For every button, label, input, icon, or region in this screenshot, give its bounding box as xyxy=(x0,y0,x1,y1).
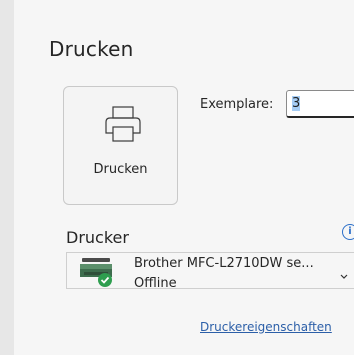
info-icon[interactable]: i xyxy=(342,224,354,240)
print-button-label: Drucken xyxy=(93,162,148,177)
chevron-down-icon xyxy=(340,274,348,279)
printer-icon xyxy=(105,106,141,142)
copies-value: 3 xyxy=(292,96,301,111)
printer-properties-link[interactable]: Druckereigenschaften xyxy=(200,320,332,334)
printer-status: Offline xyxy=(134,276,177,291)
copies-label: Exemplare: xyxy=(200,97,274,112)
printer-dropdown[interactable]: Brother MFC-L2710DW se... Offline xyxy=(66,252,354,291)
page-title: Drucken xyxy=(49,37,134,61)
copies-input[interactable]: 3 xyxy=(286,90,354,118)
printer-section-title: Drucker xyxy=(66,228,129,247)
print-button[interactable]: Drucken xyxy=(63,86,178,205)
check-badge-icon xyxy=(98,273,112,287)
printer-name: Brother MFC-L2710DW se... xyxy=(134,256,314,271)
printer-device-icon xyxy=(80,258,112,287)
